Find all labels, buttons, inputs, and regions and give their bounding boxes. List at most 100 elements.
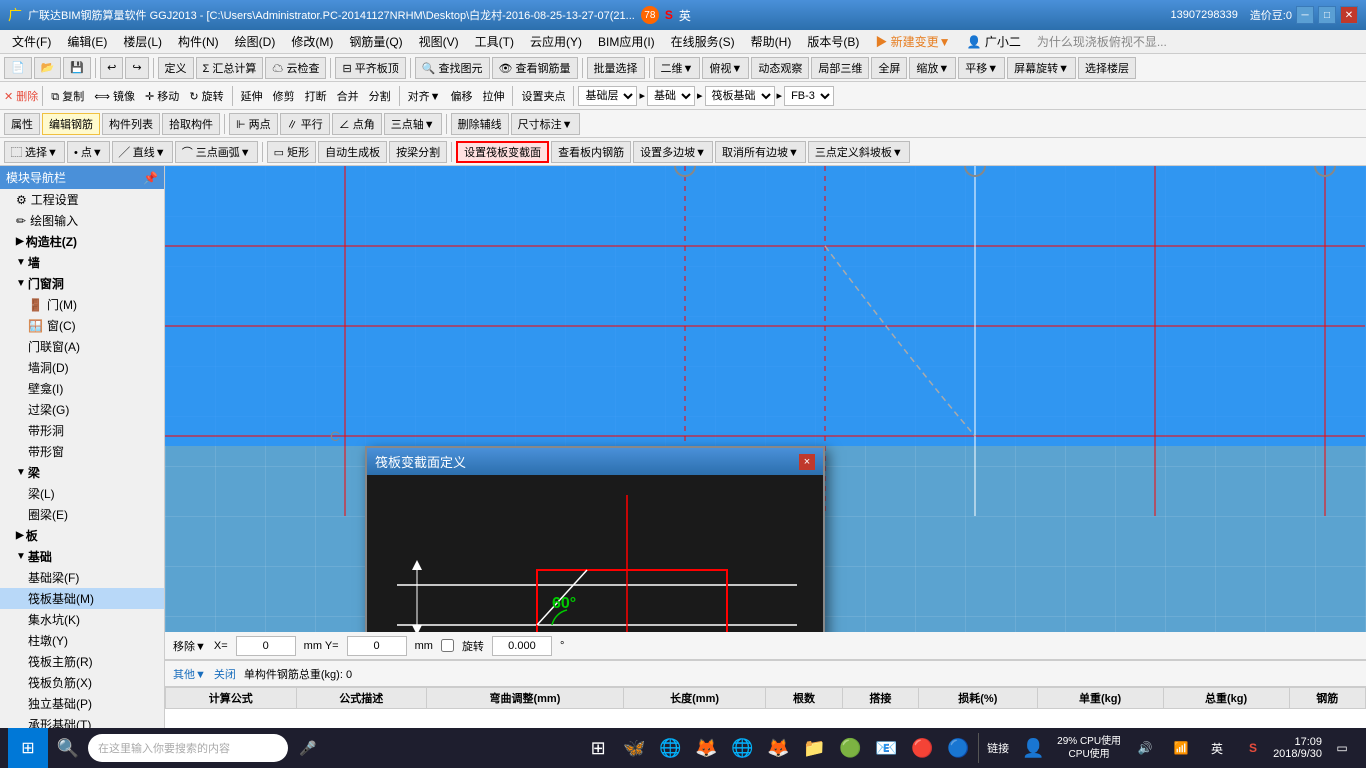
close-button[interactable]: ✕ <box>1340 6 1358 24</box>
tb-move[interactable]: ✛ 移动 <box>141 86 183 106</box>
tb-line[interactable]: ╱ 直线▼ <box>112 141 173 163</box>
tb-comp-list[interactable]: 构件列表 <box>102 113 160 135</box>
show-desktop-button[interactable]: ▭ <box>1326 732 1358 764</box>
sidebar-item-niche[interactable]: 壁龛(I) <box>0 378 164 399</box>
sidebar-item-project-settings[interactable]: ⚙ 工程设置 <box>0 189 164 210</box>
sidebar-group-openings[interactable]: ▼ 门窗洞 <box>0 273 164 294</box>
windows-button[interactable]: ⊞ <box>8 728 48 768</box>
tb-open[interactable]: 📂 <box>34 57 62 79</box>
tb-rect[interactable]: ▭ 矩形 <box>267 141 316 163</box>
sidebar-item-ring-beam[interactable]: 圈梁(E) <box>0 504 164 525</box>
taskbar-app10[interactable]: 🔴 <box>906 732 938 764</box>
tb-find[interactable]: 🔍 查找图元 <box>415 57 490 79</box>
tb-zoom[interactable]: 缩放▼ <box>909 57 956 79</box>
sidebar-group-column[interactable]: ▶ 构造柱(Z) <box>0 231 164 252</box>
taskbar-app2[interactable]: 🦋 <box>618 732 650 764</box>
tb-view-rebar[interactable]: 👁 查看钢筋量 <box>492 57 578 79</box>
minimize-button[interactable]: ─ <box>1296 6 1314 24</box>
tb-top-view[interactable]: 俯视▼ <box>702 57 749 79</box>
tb-set-slope[interactable]: 设置多边坡▼ <box>633 141 713 163</box>
taskbar-ime[interactable]: S <box>1237 732 1269 764</box>
taskbar-app5[interactable]: 🌐 <box>726 732 758 764</box>
tb-new[interactable]: 📄 <box>4 57 32 79</box>
component-select[interactable]: FB-3 <box>784 86 834 106</box>
sidebar-item-isolated-foundation[interactable]: 独立基础(P) <box>0 693 164 714</box>
sidebar-item-door-window[interactable]: 门联窗(A) <box>0 336 164 357</box>
tb-edit-rebar[interactable]: 编辑钢筋 <box>42 113 100 135</box>
tb-pan[interactable]: 平移▼ <box>958 57 1005 79</box>
tb-save[interactable]: 💾 <box>63 57 91 79</box>
menu-version[interactable]: 版本号(B) <box>799 31 867 52</box>
tb-local-3d[interactable]: 局部三维 <box>811 57 869 79</box>
tb-redo[interactable]: ↪ <box>125 57 148 79</box>
menu-component[interactable]: 构件(N) <box>170 31 227 52</box>
tb-select2[interactable]: ⬚ 选择▼ <box>4 141 65 163</box>
sidebar-item-raft[interactable]: 筏板基础(M) <box>0 588 164 609</box>
y-input[interactable] <box>347 636 407 656</box>
sidebar-group-beam[interactable]: ▼ 梁 <box>0 462 164 483</box>
sidebar-group-slab[interactable]: ▶ 板 <box>0 525 164 546</box>
tb-split[interactable]: 分割 <box>365 86 395 106</box>
tb-stretch[interactable]: 拉伸 <box>478 86 508 106</box>
sidebar-group-wall[interactable]: ▼ 墙 <box>0 252 164 273</box>
sidebar-item-window[interactable]: 🪟 窗(C) <box>0 315 164 336</box>
taskbar-user-icon[interactable]: 👤 <box>1017 732 1049 764</box>
taskbar-app9[interactable]: 📧 <box>870 732 902 764</box>
tb-point[interactable]: • 点▼ <box>67 141 110 163</box>
taskbar-sys-icon2[interactable]: 📶 <box>1165 732 1197 764</box>
sidebar-item-strip-hole[interactable]: 带形洞 <box>0 420 164 441</box>
taskbar-app7[interactable]: 📁 <box>798 732 830 764</box>
tb-break[interactable]: 打断 <box>301 86 331 106</box>
menu-guangxiao[interactable]: 👤 广小二 <box>959 31 1029 52</box>
taskbar-sys-icon1[interactable]: 🔊 <box>1129 732 1161 764</box>
tb-set-clamp[interactable]: 设置夹点 <box>517 86 569 106</box>
sidebar-item-lintel[interactable]: 过梁(G) <box>0 399 164 420</box>
tb-extend[interactable]: 延伸 <box>237 86 267 106</box>
menu-floor[interactable]: 楼层(L) <box>115 31 170 52</box>
search-button[interactable]: 🔍 <box>52 732 84 764</box>
sidebar-item-column-cap[interactable]: 柱墩(Y) <box>0 630 164 651</box>
tb-arc[interactable]: ⌒ 三点画弧▼ <box>175 141 258 163</box>
tb-pick[interactable]: 拾取构件 <box>162 113 220 135</box>
tb-three-axis[interactable]: 三点轴▼ <box>384 113 442 135</box>
tb-undo[interactable]: ↩ <box>100 57 123 79</box>
sidebar-item-door[interactable]: 🚪 门(M) <box>0 294 164 315</box>
sidebar-item-raft-main-rebar[interactable]: 筏板主筋(R) <box>0 651 164 672</box>
tb-dynamic[interactable]: 动态观察 <box>751 57 809 79</box>
menu-online[interactable]: 在线服务(S) <box>663 31 743 52</box>
menu-rebar[interactable]: 钢筋量(Q) <box>341 31 410 52</box>
maximize-button[interactable]: □ <box>1318 6 1336 24</box>
taskbar-app6[interactable]: 🦊 <box>762 732 794 764</box>
tb-offset[interactable]: 偏移 <box>446 86 476 106</box>
tb-view-inner-rebar[interactable]: 查看板内钢筋 <box>551 141 631 163</box>
taskbar-lang[interactable]: 英 <box>1201 732 1233 764</box>
tb-define-slope[interactable]: 三点定义斜坡板▼ <box>808 141 910 163</box>
taskbar-app11[interactable]: 🔵 <box>942 732 974 764</box>
menu-hint[interactable]: 为什么现浇板俯视不显... <box>1029 31 1175 52</box>
tb-beam-split[interactable]: 按梁分割 <box>389 141 447 163</box>
menu-bim[interactable]: BIM应用(I) <box>590 31 663 52</box>
menu-edit[interactable]: 编辑(E) <box>59 31 115 52</box>
taskbar-app3[interactable]: 🌐 <box>654 732 686 764</box>
tb-select-floor[interactable]: 选择楼层 <box>1078 57 1136 79</box>
tb-define[interactable]: 定义 <box>158 57 194 79</box>
layer-select[interactable]: 基础层 <box>578 86 637 106</box>
tb-parallel[interactable]: ∥ 平行 <box>280 113 330 135</box>
menu-modify[interactable]: 修改(M) <box>283 31 341 52</box>
tb-align[interactable]: 对齐▼ <box>404 86 445 106</box>
taskbar-app4[interactable]: 🦊 <box>690 732 722 764</box>
tb-calc[interactable]: Σ 汇总计算 <box>196 57 264 79</box>
tb-angle-point[interactable]: ∠ 点角 <box>332 113 382 135</box>
tb-cloud-check[interactable]: ☁ 云检查 <box>265 57 326 79</box>
main-canvas[interactable]: C 筏板变截面定义 × <box>165 166 1366 632</box>
menu-new-change[interactable]: ▶ 新建变更▼ <box>867 31 958 52</box>
rotate-input[interactable] <box>492 636 552 656</box>
tb-auto-gen[interactable]: 自动生成板 <box>318 141 387 163</box>
subtype-select[interactable]: 筏板基础 <box>705 86 775 106</box>
menu-file[interactable]: 文件(F) <box>4 31 59 52</box>
sidebar-pin-icon[interactable]: 📌 <box>143 171 158 185</box>
tb-mirror[interactable]: ⟺ 镜像 <box>90 86 139 106</box>
modal-close-button[interactable]: × <box>799 454 815 470</box>
tb-modify[interactable]: 修剪 <box>269 86 299 106</box>
menu-tools[interactable]: 工具(T) <box>467 31 522 52</box>
